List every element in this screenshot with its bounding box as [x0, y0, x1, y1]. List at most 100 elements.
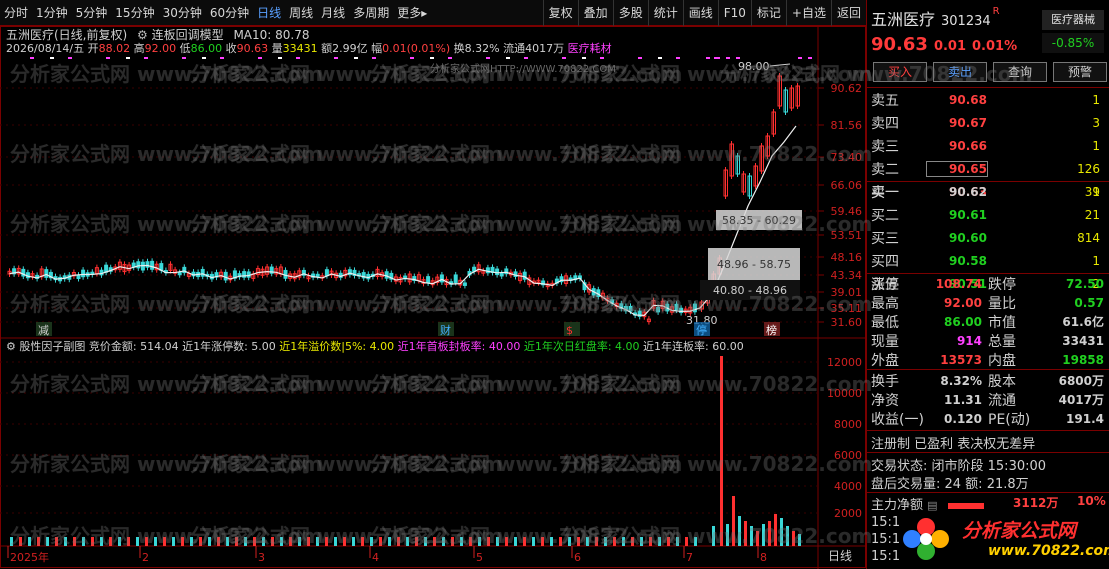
- period-tab[interactable]: 1分钟: [32, 0, 72, 26]
- candle-body: [495, 268, 500, 276]
- period-tab[interactable]: 周线: [285, 0, 317, 26]
- factor-bar: [712, 526, 715, 546]
- factor-bar: [82, 537, 85, 546]
- time-label: 5: [476, 551, 483, 564]
- level-label: 买一: [871, 184, 899, 201]
- factor-bar: [550, 537, 553, 546]
- factor-bar: [343, 537, 346, 546]
- orderbook-row[interactable]: 买一 90.62 39: [867, 180, 1109, 203]
- stat-label: 外盘: [871, 352, 899, 369]
- toolbar-button[interactable]: 返回: [830, 0, 866, 26]
- buy-button[interactable]: 买入: [873, 62, 927, 82]
- candle-body: [499, 272, 504, 277]
- period-tab[interactable]: 分时: [0, 0, 32, 26]
- factor-bar: [325, 537, 328, 546]
- stock-header: 五洲医疗 301234R: [871, 6, 1000, 30]
- stat-label: 股本: [988, 373, 1016, 390]
- signal-dot: [144, 57, 148, 59]
- factor-bar: [523, 537, 526, 546]
- level-price: 90.61: [949, 207, 987, 222]
- signal-dot: [430, 57, 434, 59]
- close-label: 收: [225, 42, 237, 55]
- stat-value: 33431: [1062, 333, 1104, 348]
- price-tick-label: 66.06: [831, 179, 863, 192]
- query-button[interactable]: 查询: [993, 62, 1047, 82]
- level-label: 卖五: [871, 92, 899, 109]
- orderbook-row[interactable]: 卖五 90.68 1: [867, 88, 1109, 111]
- level-price: 90.65: [926, 160, 988, 177]
- trade-buttons: 买入 卖出 查询 预警: [873, 62, 1107, 82]
- fundamental-stats: 换手 8.32% 股本 6800万 净资 11.31 流通 4017万 收益(一) 0.120 PE…: [867, 371, 1109, 428]
- sector-tag[interactable]: 医疗耗材: [568, 42, 612, 55]
- factor-bar: [732, 496, 735, 546]
- volume-tick-label: 8000: [834, 418, 862, 431]
- factor-auction-amount: 竞价金额: 514.04: [88, 340, 179, 353]
- stock-code: 301234: [941, 14, 991, 29]
- orderbook-row[interactable]: 买四 90.58 1: [867, 249, 1109, 272]
- toolbar-button[interactable]: 复权: [542, 0, 578, 26]
- toolbar-button[interactable]: 统计: [647, 0, 683, 26]
- bar-date: 2026/08/14/五: [6, 42, 85, 55]
- toolbar-button[interactable]: +自选: [785, 0, 831, 26]
- period-tab[interactable]: 多周期: [349, 0, 393, 26]
- high-mark-label: 98.00: [738, 60, 770, 73]
- toolbar-button[interactable]: 叠加: [577, 0, 613, 26]
- candle-body: [246, 271, 251, 278]
- candle-body: [324, 269, 329, 277]
- volume-tick-label: 10000: [827, 387, 862, 400]
- signal-dot: [726, 57, 730, 59]
- subchart-gear-icon[interactable]: ⚙: [6, 340, 16, 353]
- sell-button[interactable]: 卖出: [933, 62, 987, 82]
- list-icon[interactable]: ▤: [927, 499, 937, 512]
- stat-value: 86.00: [944, 314, 982, 329]
- time-label: 4: [372, 551, 379, 564]
- period-tab[interactable]: 15分钟: [111, 0, 158, 26]
- stat-row: 换手 8.32% 股本 6800万: [867, 371, 1109, 390]
- main-flow-value: 3112万: [1013, 496, 1059, 510]
- period-tab[interactable]: 更多▸: [393, 0, 431, 26]
- period-tab[interactable]: 5分钟: [72, 0, 112, 26]
- period-tab[interactable]: 30分钟: [159, 0, 206, 26]
- industry-tag[interactable]: 医疗器械: [1042, 10, 1104, 30]
- factor-bar: [613, 537, 616, 546]
- factor-bar: [622, 537, 625, 546]
- toolbar-button[interactable]: 画线: [682, 0, 718, 26]
- level-price: 90.67: [949, 115, 987, 130]
- open-value: 88.02: [98, 42, 131, 55]
- stat-label: 涨停: [871, 276, 899, 293]
- alert-button[interactable]: 预警: [1053, 62, 1107, 82]
- stat-value: 108.74: [935, 276, 982, 291]
- chart-area[interactable]: 90.62 81.56 73.40 66.06 59.46 53.51 48.16 43.34…: [0, 26, 866, 569]
- stat-label: 跌停: [988, 276, 1016, 293]
- orderbook-row[interactable]: 买二 90.61 21: [867, 203, 1109, 226]
- signal-dot: [50, 57, 54, 59]
- signal-dot: [126, 57, 130, 59]
- orderbook-row[interactable]: 卖三 90.66 1: [867, 134, 1109, 157]
- factor-bar: [55, 537, 58, 546]
- candle-body: [315, 273, 320, 277]
- stat-row: 现量 914 总量 33431: [867, 331, 1109, 350]
- factor-bar: [694, 537, 697, 546]
- candle-body: [453, 274, 458, 283]
- factor-bar: [388, 537, 391, 546]
- orderbook-row[interactable]: 买三 90.60 814: [867, 226, 1109, 249]
- stat-value: 4017万: [1058, 393, 1104, 407]
- time-label: 3: [258, 551, 265, 564]
- main-flow-label: 主力净额: [871, 498, 924, 513]
- stat-value: 8.32%: [940, 373, 982, 388]
- period-tab[interactable]: 60分钟: [206, 0, 253, 26]
- period-tab[interactable]: 月线: [317, 0, 349, 26]
- orderbook-row[interactable]: 卖四 90.67 3: [867, 111, 1109, 134]
- factor-bar: [163, 537, 166, 546]
- time-label: 2025年: [10, 550, 49, 564]
- subchart-title[interactable]: 股性因子副图: [19, 340, 85, 353]
- orderbook-row[interactable]: 卖二 90.65 126: [867, 157, 1109, 180]
- toolbar-button[interactable]: 多股: [612, 0, 648, 26]
- stat-label: 净资: [871, 392, 899, 409]
- kline-chart[interactable]: 90.62 81.56 73.40 66.06 59.46 53.51 48.16 43.34…: [0, 26, 866, 569]
- toolbar-button[interactable]: 标记: [750, 0, 786, 26]
- factor-next-day-red-rate: 近1年次日红盘率: 4.00: [523, 340, 640, 353]
- period-tab[interactable]: 日线: [253, 0, 285, 26]
- tick-time: 15:1: [871, 532, 901, 547]
- toolbar-button[interactable]: F10: [717, 0, 751, 26]
